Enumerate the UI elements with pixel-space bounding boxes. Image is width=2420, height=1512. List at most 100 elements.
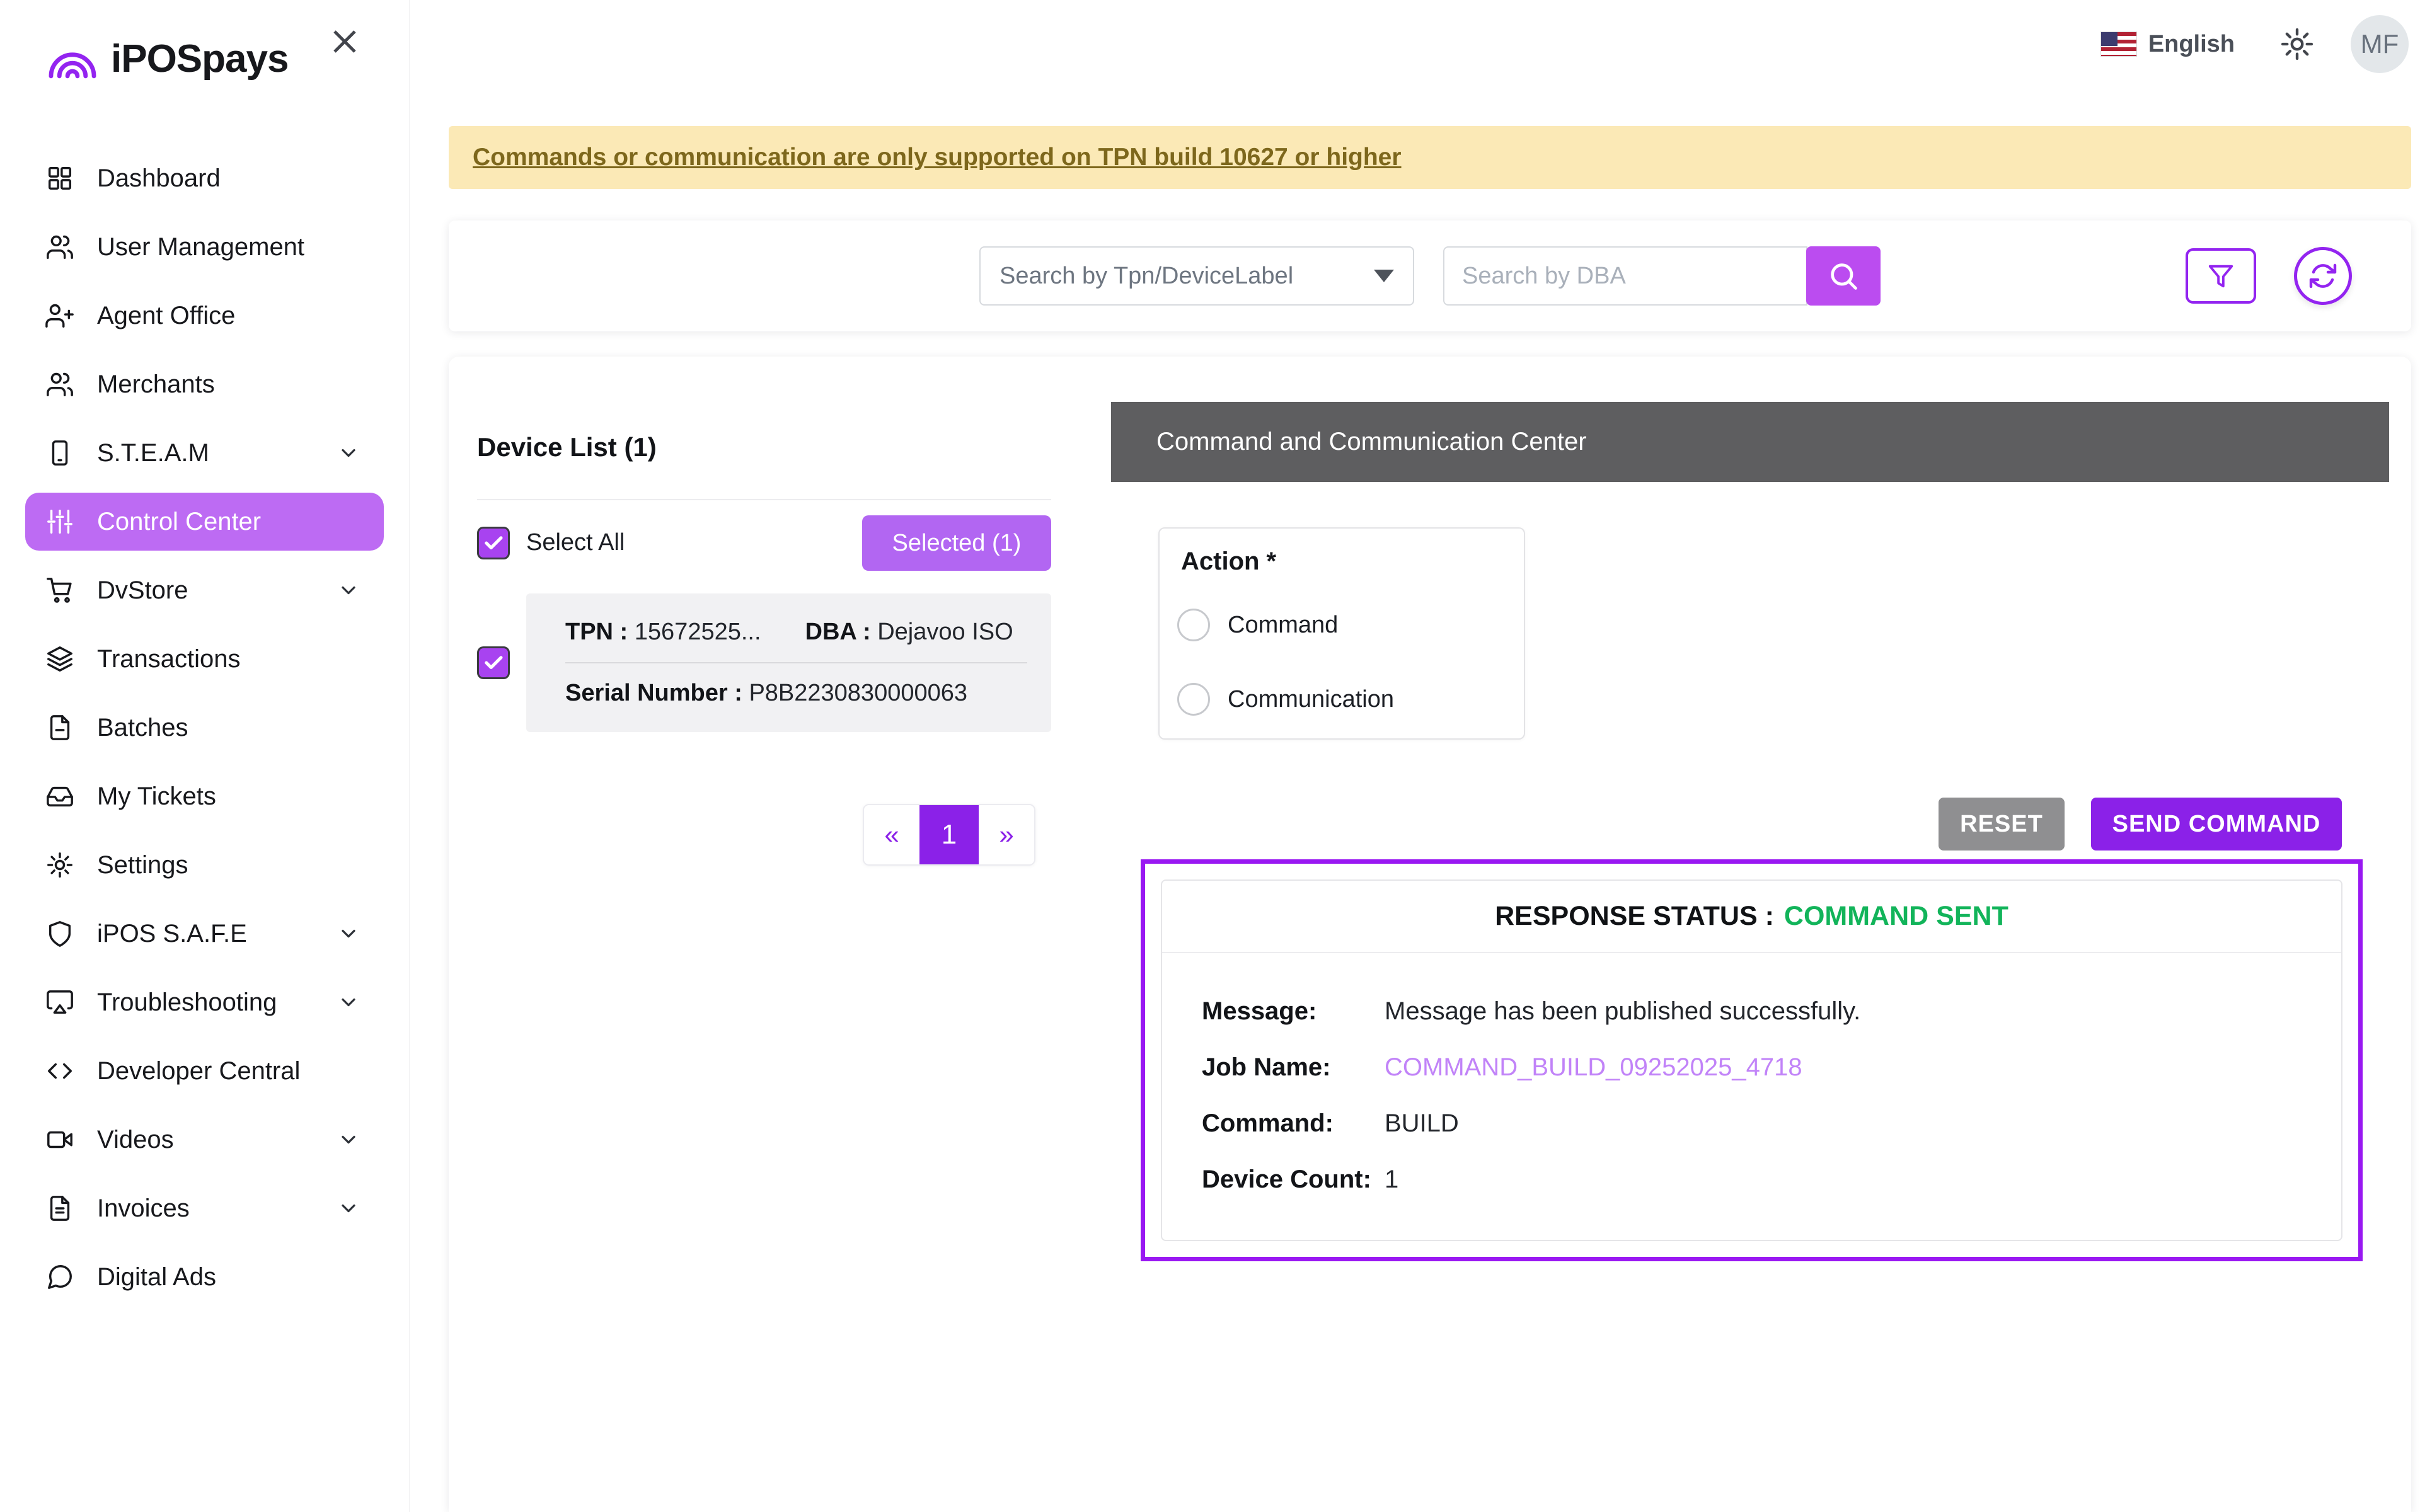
search-group: Search by Tpn/DeviceLabel [979,246,1881,306]
pagination-page-1[interactable]: 1 [919,805,979,864]
close-sidebar-icon[interactable] [330,26,360,57]
dba-search [1443,246,1881,306]
response-rows: Message: Message has been published succ… [1162,953,2341,1194]
gear-icon[interactable] [2279,26,2315,62]
sidebar-item-developer-central[interactable]: Developer Central [25,1042,384,1100]
device-dba: DBA : Dejavoo ISO [805,619,1013,645]
sidebar-item-label: Agent Office [97,301,236,329]
device-card[interactable]: TPN : 15672525... DBA : Dejavoo ISO Seri… [526,593,1051,732]
select-all-label: Select All [526,529,625,556]
code-icon [45,1057,74,1085]
sidebar-item-my-tickets[interactable]: My Tickets [25,767,384,825]
caret-down-icon [1374,270,1394,282]
sidebar-item-label: iPOS S.A.F.E [97,919,247,948]
chevron-down-icon [337,991,360,1014]
topbar: English MF [449,0,2411,88]
gear-icon [45,850,74,879]
funnel-icon [2206,261,2235,290]
reset-button[interactable]: RESET [1939,798,2065,850]
search-dba-input[interactable] [1443,246,1807,306]
sidebar-item-label: Videos [97,1125,174,1154]
avatar[interactable]: MF [2351,15,2409,73]
search-icon [1827,260,1860,292]
sidebar-item-label: Batches [97,713,188,742]
sliders-icon [45,507,74,536]
sidebar-item-dashboard[interactable]: Dashboard [25,149,384,207]
screen-share-icon [45,988,74,1017]
device-row: TPN : 15672525... DBA : Dejavoo ISO Seri… [477,593,1051,732]
sidebar-item-troubleshooting[interactable]: Troubleshooting [25,973,384,1031]
smartphone-icon [45,438,74,467]
sidebar-item-label: Dashboard [97,164,221,192]
dashboard-icon [45,164,74,193]
pagination: « 1 » [477,804,1035,866]
user-plus-icon [45,301,74,330]
response-row-command: Command: BUILD [1202,1109,1459,1137]
response-card: RESPONSE STATUS : COMMAND SENT Message: … [1161,879,2342,1241]
select-all-checkbox[interactable] [477,527,510,559]
sidebar-item-videos[interactable]: Videos [25,1111,384,1169]
pagination-prev-button[interactable]: « [864,805,919,864]
response-status-label: RESPONSE STATUS : [1495,901,1774,931]
device-tpn: TPN : 15672525... [565,619,761,645]
chevron-down-icon [337,922,360,945]
pagination-next-button[interactable]: » [979,805,1034,864]
sidebar-item-label: Invoices [97,1194,190,1222]
sidebar-item-label: Settings [97,850,188,879]
sidebar-item-digital-ads[interactable]: Digital Ads [25,1248,384,1306]
sidebar-item-user-management[interactable]: User Management [25,218,384,276]
sidebar-item-label: Troubleshooting [97,988,277,1016]
notice-banner-link[interactable]: Commands or communication are only suppo… [473,144,1402,171]
response-box: RESPONSE STATUS : COMMAND SENT Message: … [1141,859,2363,1261]
sidebar-item-settings[interactable]: Settings [25,836,384,894]
video-camera-icon [45,1125,74,1154]
sidebar-item-agent-office[interactable]: Agent Office [25,287,384,345]
selected-count-button[interactable]: Selected (1) [862,515,1051,571]
sidebar-item-merchants[interactable]: Merchants [25,355,384,413]
content-card: Device List (1) Select All Selected (1) [449,357,2411,1512]
sync-icon [2308,261,2338,291]
chevron-down-icon [337,442,360,464]
search-type-value: Search by Tpn/DeviceLabel [1000,262,1294,289]
layers-icon [45,644,74,673]
filter-button[interactable] [2186,248,2256,304]
sidebar-item-control-center[interactable]: Control Center [25,493,384,551]
sidebar-item-ipos-safe[interactable]: iPOS S.A.F.E [25,905,384,963]
device-checkbox[interactable] [477,646,510,679]
language-selector[interactable]: English [2148,31,2235,58]
sidebar-item-steam[interactable]: S.T.E.A.M [25,424,384,482]
radio-button[interactable] [1177,609,1210,641]
sidebar-item-label: Transactions [97,644,241,673]
notice-banner: Commands or communication are only suppo… [449,126,2411,189]
divider [477,499,1051,500]
device-serial: Serial Number : P8B2230830000063 [565,680,968,706]
refresh-button[interactable] [2294,247,2352,305]
search-type-dropdown[interactable]: Search by Tpn/DeviceLabel [979,246,1414,306]
sidebar-item-dvstore[interactable]: DvStore [25,561,384,619]
radio-option-communication[interactable]: Communication [1177,683,1524,716]
radio-option-command[interactable]: Command [1177,609,1524,641]
job-name-link[interactable]: COMMAND_BUILD_09252025_4718 [1385,1053,1802,1082]
radio-label: Command [1228,611,1339,638]
sidebar-item-label: Digital Ads [97,1263,216,1291]
pagination-group: « 1 » [863,804,1035,866]
device-list-title: Device List (1) [477,432,657,462]
sidebar-header: iPOSpays [0,0,409,81]
response-row-job-name: Job Name: COMMAND_BUILD_09252025_4718 [1202,1053,1802,1082]
shield-icon [45,919,74,948]
users-icon [45,370,74,399]
action-label: Action * [1181,547,1277,575]
search-button[interactable] [1806,246,1881,306]
sidebar-item-batches[interactable]: Batches [25,699,384,757]
sidebar-item-label: My Tickets [97,782,216,810]
sidebar-item-label: Control Center [97,507,262,536]
sidebar-item-invoices[interactable]: Invoices [25,1179,384,1237]
action-card: Action * Command Communication [1158,527,1525,740]
shopping-cart-icon [45,576,74,605]
chevron-down-icon [337,579,360,602]
send-command-button[interactable]: SEND COMMAND [2091,798,2342,850]
radio-button[interactable] [1177,683,1210,716]
search-toolbar: Search by Tpn/DeviceLabel [449,220,2411,331]
command-buttons-row: RESET SEND COMMAND [1111,798,2389,850]
sidebar-item-transactions[interactable]: Transactions [25,630,384,688]
